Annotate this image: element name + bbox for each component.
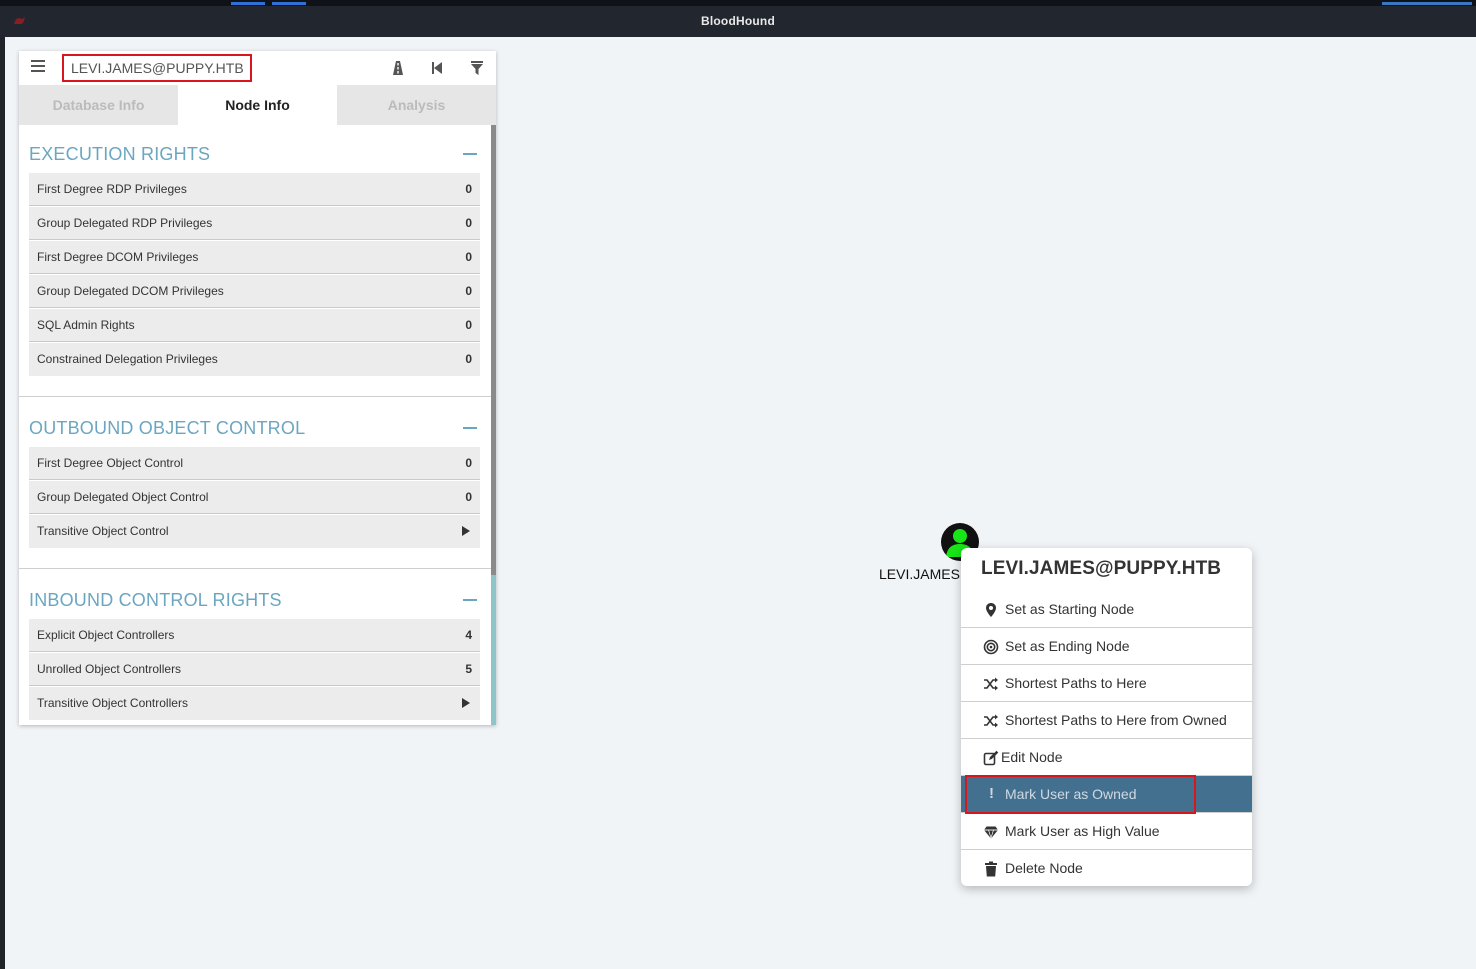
row-count: 4 bbox=[465, 628, 472, 642]
trash-icon bbox=[985, 861, 997, 877]
row-count: 0 bbox=[465, 250, 472, 264]
list-item[interactable]: Transitive Object Control bbox=[29, 515, 480, 548]
row-count: 0 bbox=[465, 490, 472, 504]
row-count: 0 bbox=[465, 182, 472, 196]
row-label: Constrained Delegation Privileges bbox=[37, 352, 218, 366]
search-input[interactable] bbox=[62, 54, 252, 82]
row-label: Group Delegated RDP Privileges bbox=[37, 216, 213, 230]
pathfinding-road-icon[interactable] bbox=[389, 59, 407, 77]
row-count: 0 bbox=[465, 456, 472, 470]
row-label: Group Delegated DCOM Privileges bbox=[37, 284, 224, 298]
window-title: BloodHound bbox=[701, 14, 775, 28]
random-icon bbox=[984, 714, 998, 728]
row-label: Transitive Object Controllers bbox=[37, 696, 188, 710]
annotation-highlight-box bbox=[965, 775, 1196, 814]
menu-item-mark-high-value[interactable]: Mark User as High Value bbox=[961, 813, 1252, 850]
menu-item-label: Mark User as High Value bbox=[1005, 823, 1160, 839]
node-info-content: EXECUTION RIGHTS First Degree RDP Privil… bbox=[19, 125, 491, 725]
menu-item-label: Shortest Paths to Here bbox=[1005, 675, 1147, 691]
menu-item-label: Shortest Paths to Here from Owned bbox=[1005, 712, 1227, 728]
menu-item-label: Set as Ending Node bbox=[1005, 638, 1130, 654]
tab-database-info[interactable]: Database Info bbox=[19, 85, 178, 125]
row-label: Unrolled Object Controllers bbox=[37, 662, 182, 676]
gem-icon bbox=[984, 826, 998, 840]
row-label: Explicit Object Controllers bbox=[37, 628, 175, 642]
hamburger-menu-icon[interactable] bbox=[31, 60, 45, 74]
node-context-menu: LEVI.JAMES@PUPPY.HTB Set as Starting Nod… bbox=[961, 548, 1252, 886]
list-item[interactable]: Unrolled Object Controllers 5 bbox=[29, 653, 480, 686]
tab-analysis[interactable]: Analysis bbox=[337, 85, 496, 125]
section-title: OUTBOUND OBJECT CONTROL bbox=[29, 418, 306, 438]
section-title: INBOUND CONTROL RIGHTS bbox=[29, 590, 282, 610]
row-count: 0 bbox=[465, 216, 472, 230]
section-execution-rights: EXECUTION RIGHTS bbox=[29, 138, 481, 168]
context-menu-title: LEVI.JAMES@PUPPY.HTB bbox=[981, 558, 1222, 579]
section-divider bbox=[19, 568, 491, 569]
section-inbound-control-rights: INBOUND CONTROL RIGHTS bbox=[29, 584, 481, 614]
row-label: First Degree RDP Privileges bbox=[37, 182, 187, 196]
edit-icon bbox=[983, 750, 999, 766]
collapse-minus-icon[interactable] bbox=[463, 153, 477, 155]
menu-item-shortest-paths-to-here[interactable]: Shortest Paths to Here bbox=[961, 665, 1252, 702]
row-label: First Degree Object Control bbox=[37, 456, 184, 470]
menu-item-set-ending-node[interactable]: Set as Ending Node bbox=[961, 628, 1252, 665]
row-count: 0 bbox=[465, 318, 472, 332]
list-item[interactable]: First Degree Object Control 0 bbox=[29, 447, 480, 480]
search-bar bbox=[19, 51, 496, 85]
taskbar-indicator bbox=[231, 2, 265, 5]
row-count: 5 bbox=[465, 662, 472, 676]
panel-tabs: Database Info Node Info Analysis bbox=[19, 85, 496, 125]
step-backward-icon[interactable] bbox=[428, 59, 446, 77]
panel-scrollbar[interactable] bbox=[491, 125, 496, 725]
menu-item-label: Edit Node bbox=[1001, 749, 1063, 765]
random-icon bbox=[984, 677, 998, 691]
list-item[interactable]: SQL Admin Rights 0 bbox=[29, 309, 480, 342]
window-titlebar: BloodHound bbox=[0, 6, 1476, 37]
window-left-edge bbox=[0, 37, 5, 969]
row-label: SQL Admin Rights bbox=[37, 318, 135, 332]
section-outbound-object-control: OUTBOUND OBJECT CONTROL bbox=[29, 412, 481, 442]
expand-arrow-icon[interactable] bbox=[462, 526, 470, 536]
list-item[interactable]: Group Delegated RDP Privileges 0 bbox=[29, 207, 480, 240]
row-label: Transitive Object Control bbox=[37, 524, 169, 538]
node-info-panel: Database Info Node Info Analysis EXECUTI… bbox=[19, 51, 496, 725]
list-item[interactable]: Transitive Object Controllers bbox=[29, 687, 480, 720]
taskbar-indicator bbox=[1382, 2, 1472, 5]
menu-item-delete-node[interactable]: Delete Node bbox=[961, 850, 1252, 887]
tab-node-info[interactable]: Node Info bbox=[178, 85, 337, 125]
menu-item-label: Set as Starting Node bbox=[1005, 601, 1135, 617]
list-item[interactable]: First Degree DCOM Privileges 0 bbox=[29, 241, 480, 274]
node-label-text: LEVI.JAMES@ bbox=[879, 566, 975, 582]
menu-item-set-starting-node[interactable]: Set as Starting Node bbox=[961, 591, 1252, 628]
taskbar-indicator bbox=[272, 2, 306, 5]
list-item[interactable]: Group Delegated DCOM Privileges 0 bbox=[29, 275, 480, 308]
filter-icon[interactable] bbox=[468, 59, 486, 77]
expand-arrow-icon[interactable] bbox=[462, 698, 470, 708]
target-icon bbox=[983, 639, 999, 655]
list-item[interactable]: Explicit Object Controllers 4 bbox=[29, 619, 480, 652]
map-marker-icon bbox=[986, 603, 996, 617]
menu-item-mark-user-owned[interactable]: ! Mark User as Owned bbox=[961, 775, 1252, 814]
collapse-minus-icon[interactable] bbox=[463, 427, 477, 429]
list-item[interactable]: First Degree RDP Privileges 0 bbox=[29, 173, 480, 206]
section-divider bbox=[19, 396, 491, 397]
menu-item-label: Delete Node bbox=[1005, 860, 1083, 876]
collapse-minus-icon[interactable] bbox=[463, 599, 477, 601]
section-title: EXECUTION RIGHTS bbox=[29, 144, 211, 164]
menu-item-edit-node[interactable]: Edit Node bbox=[961, 739, 1252, 776]
scrollbar-thumb[interactable] bbox=[491, 575, 496, 725]
row-count: 0 bbox=[465, 352, 472, 366]
list-item[interactable]: Constrained Delegation Privileges 0 bbox=[29, 343, 480, 376]
row-label: First Degree DCOM Privileges bbox=[37, 250, 199, 264]
menu-item-shortest-paths-from-owned[interactable]: Shortest Paths to Here from Owned bbox=[961, 702, 1252, 739]
list-item[interactable]: Group Delegated Object Control 0 bbox=[29, 481, 480, 514]
row-count: 0 bbox=[465, 284, 472, 298]
row-label: Group Delegated Object Control bbox=[37, 490, 209, 504]
